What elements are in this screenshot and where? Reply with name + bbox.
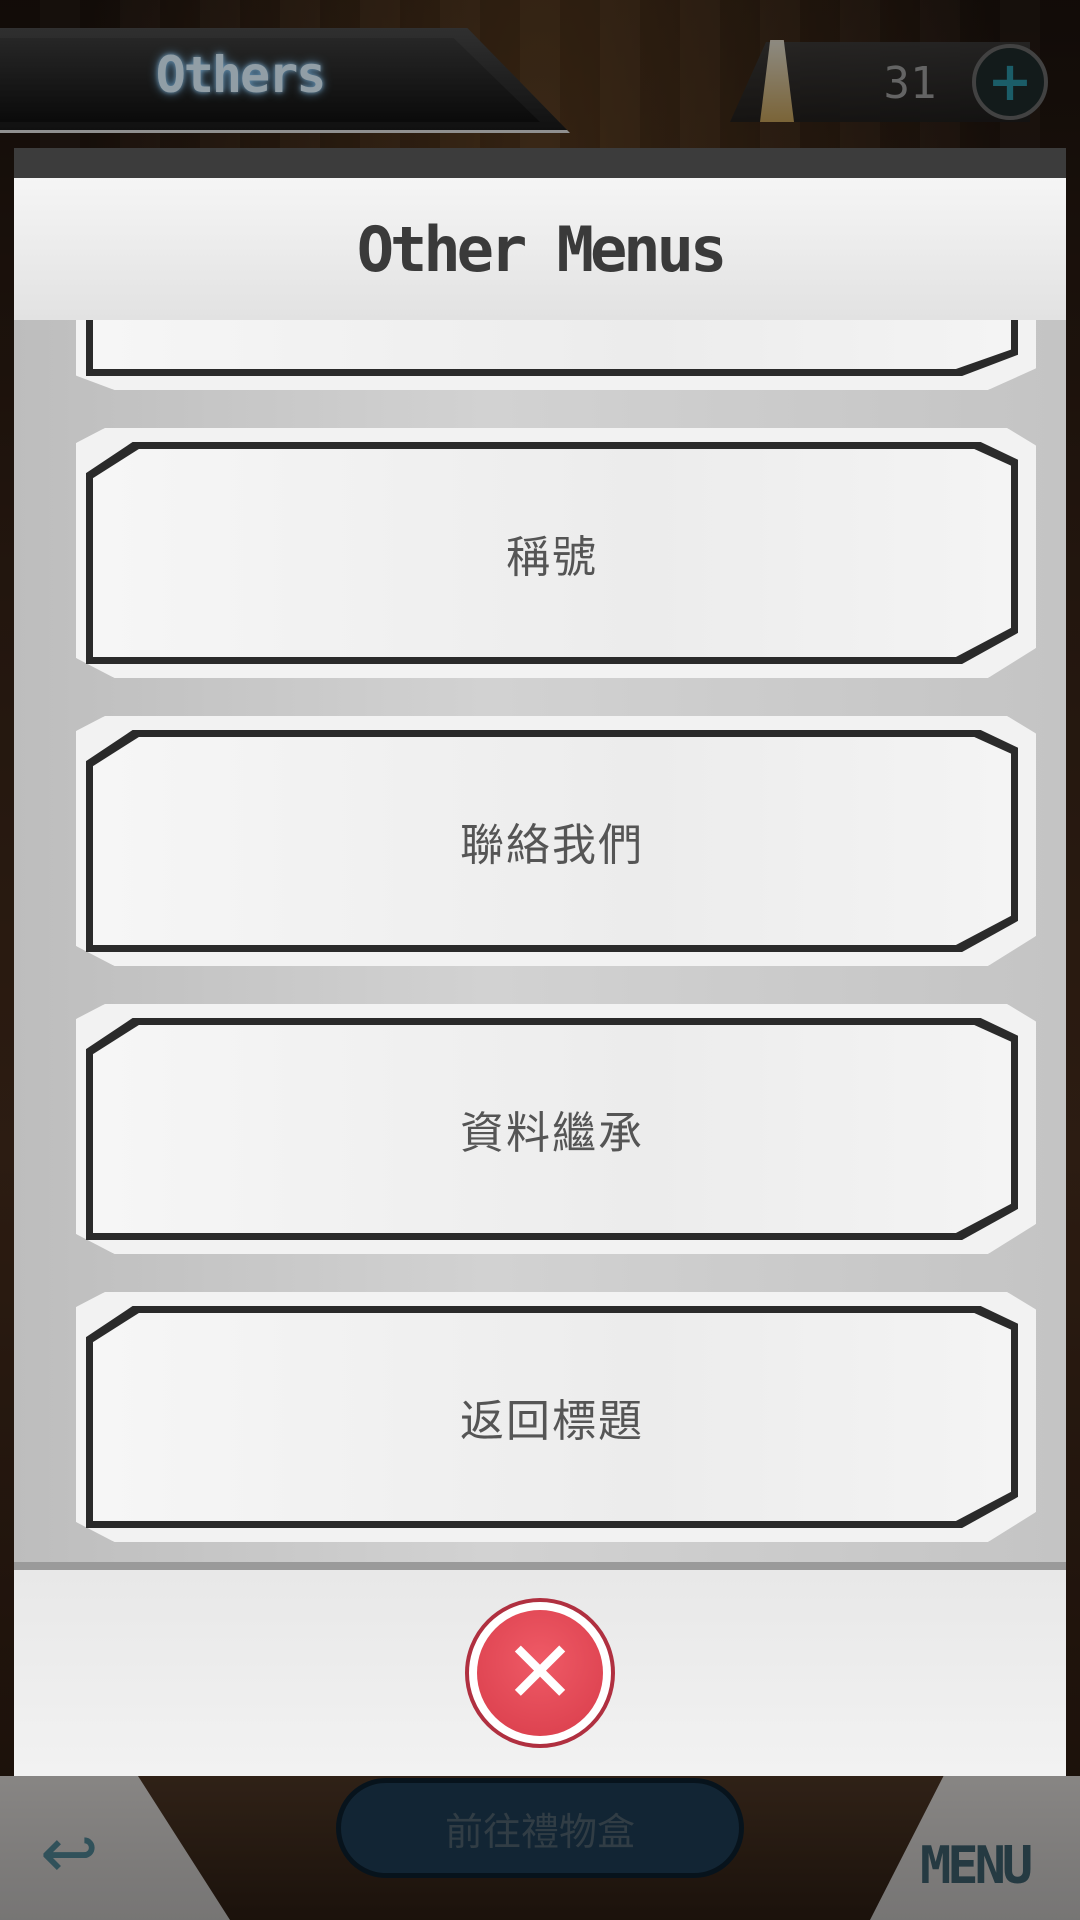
- menu-item-label: 資料繼承: [460, 1108, 644, 1159]
- menu-item-label: 返回標題: [460, 1396, 644, 1447]
- close-icon: ✕: [503, 1623, 577, 1723]
- menu-item-label: 稱號: [506, 532, 598, 583]
- menu-item-data-transfer[interactable]: 資料繼承: [76, 1004, 1036, 1254]
- menu-item-return-to-title[interactable]: 返回標題: [76, 1292, 1036, 1542]
- modal-title-bar: Other Menus: [14, 178, 1066, 322]
- menu-list[interactable]: 稱號 聯絡我們 資料繼承 返回標題: [14, 320, 1066, 1562]
- modal-title: Other Menus: [356, 212, 728, 286]
- modal-top-edge: [14, 148, 1066, 178]
- menu-item-partial[interactable]: [76, 320, 1036, 390]
- menu-item-title[interactable]: 稱號: [76, 428, 1036, 678]
- menu-item-contact-us[interactable]: 聯絡我們: [76, 716, 1036, 966]
- close-button[interactable]: ✕: [465, 1598, 615, 1748]
- menu-item-label: 聯絡我們: [460, 820, 644, 871]
